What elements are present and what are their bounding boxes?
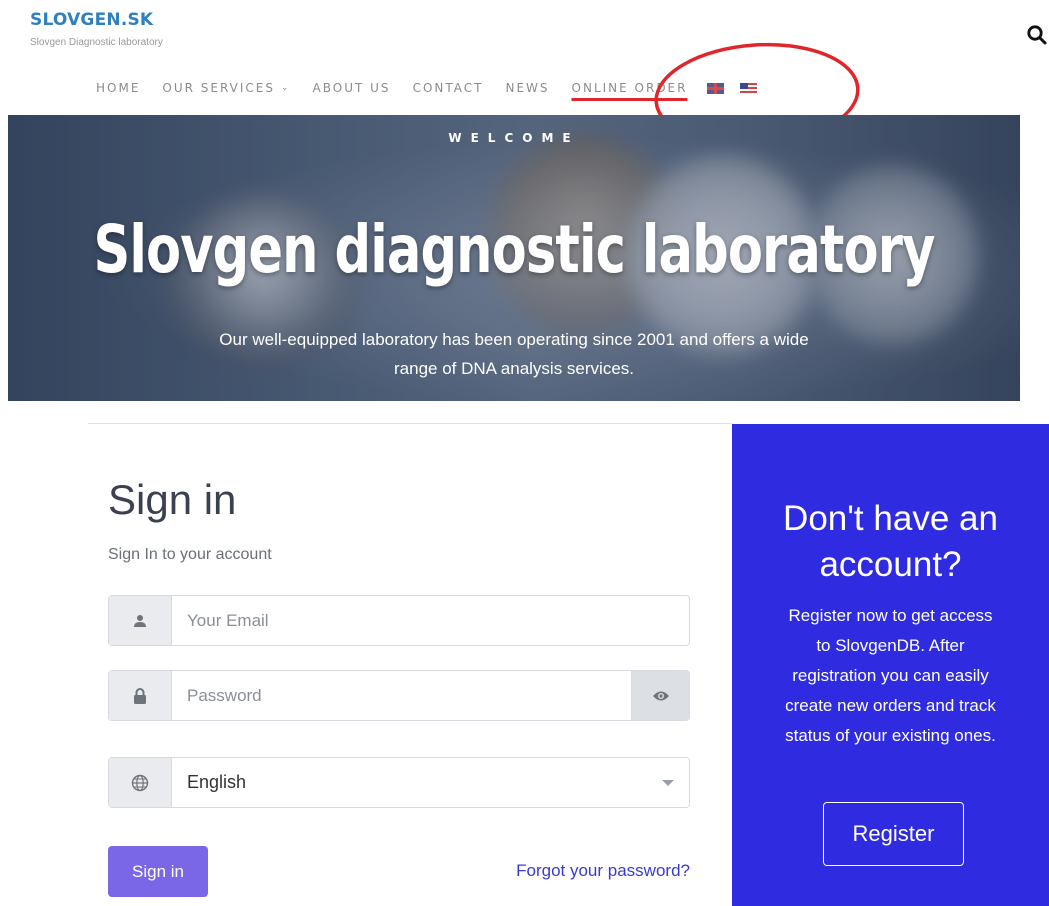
password-toggle-button[interactable] xyxy=(631,671,689,720)
nav-our-services-label: OUR SERVICES xyxy=(162,81,275,95)
register-title-line: account? xyxy=(819,545,962,584)
site-logo[interactable]: SLOVGEN.SK Slovgen Diagnostic laboratory xyxy=(30,10,163,48)
register-description-line: registration you can easily xyxy=(792,666,989,685)
hero-banner: WELCOME Slovgen diagnostic laboratory Ou… xyxy=(8,115,1020,401)
uk-flag-icon[interactable] xyxy=(707,82,725,94)
forgot-password-link[interactable]: Forgot your password? xyxy=(516,861,690,881)
eye-icon xyxy=(652,691,669,700)
search-icon xyxy=(1027,25,1047,45)
chevron-down-icon: ⌄ xyxy=(281,83,291,93)
nav-online-order[interactable]: ONLINE ORDER xyxy=(572,81,688,95)
hero-welcome: WELCOME xyxy=(448,131,580,145)
hero-description: Our well-equipped laboratory has been op… xyxy=(8,325,1020,383)
hero-title: Slovgen diagnostic laboratory xyxy=(93,211,935,288)
email-input-group xyxy=(108,595,690,646)
caret-down-icon xyxy=(662,779,674,786)
register-panel: Don't have an account? Register now to g… xyxy=(732,424,1049,906)
signin-subtitle: Sign In to your account xyxy=(108,546,272,563)
language-select-group: English xyxy=(108,757,690,808)
register-description-line: create new orders and track xyxy=(785,696,996,715)
search-button[interactable] xyxy=(1026,24,1048,46)
password-input-group xyxy=(108,670,690,721)
nav-our-services[interactable]: OUR SERVICES ⌄ xyxy=(162,81,290,95)
register-button[interactable]: Register xyxy=(823,802,964,866)
password-input[interactable] xyxy=(172,671,631,720)
nav-about-us-label: ABOUT US xyxy=(312,81,391,95)
nav-about-us[interactable]: ABOUT US xyxy=(313,81,391,95)
lock-icon xyxy=(134,687,146,704)
nav-home[interactable]: HOME xyxy=(96,81,140,95)
register-title-line: Don't have an xyxy=(783,499,998,538)
language-addon xyxy=(109,758,172,807)
us-flag-icon[interactable] xyxy=(740,82,758,94)
register-description-line: status of your existing ones. xyxy=(785,726,996,745)
nav-news-label: NEWS xyxy=(505,81,550,95)
nav-contact-label: CONTACT xyxy=(412,81,484,95)
password-addon xyxy=(109,671,172,720)
nav-home-label: HOME xyxy=(96,81,141,95)
language-selected-value: English xyxy=(187,772,247,792)
nav-news[interactable]: NEWS xyxy=(505,81,549,95)
signin-button[interactable]: Sign in xyxy=(108,846,208,897)
main-nav: HOME OUR SERVICES ⌄ ABOUT US CONTACT NEW… xyxy=(96,78,773,98)
divider xyxy=(88,423,732,424)
register-description: Register now to get access to SlovgenDB.… xyxy=(758,601,1023,751)
email-addon xyxy=(109,596,172,645)
nav-contact[interactable]: CONTACT xyxy=(413,81,484,95)
email-input[interactable] xyxy=(172,596,689,645)
register-title: Don't have an account? xyxy=(732,496,1049,588)
register-description-line: to SlovgenDB. After xyxy=(816,636,965,655)
signin-title: Sign in xyxy=(108,476,237,523)
language-select[interactable]: English xyxy=(172,758,689,807)
globe-icon xyxy=(131,774,149,791)
logo-subtitle: Slovgen Diagnostic laboratory xyxy=(30,37,163,48)
hero-description-line: range of DNA analysis services. xyxy=(394,359,634,378)
register-description-line: Register now to get access xyxy=(788,606,993,625)
hero-description-line: Our well-equipped laboratory has been op… xyxy=(219,330,809,349)
nav-online-order-label: ONLINE ORDER xyxy=(571,81,688,95)
user-icon xyxy=(134,614,146,627)
logo-title[interactable]: SLOVGEN.SK xyxy=(30,10,163,30)
